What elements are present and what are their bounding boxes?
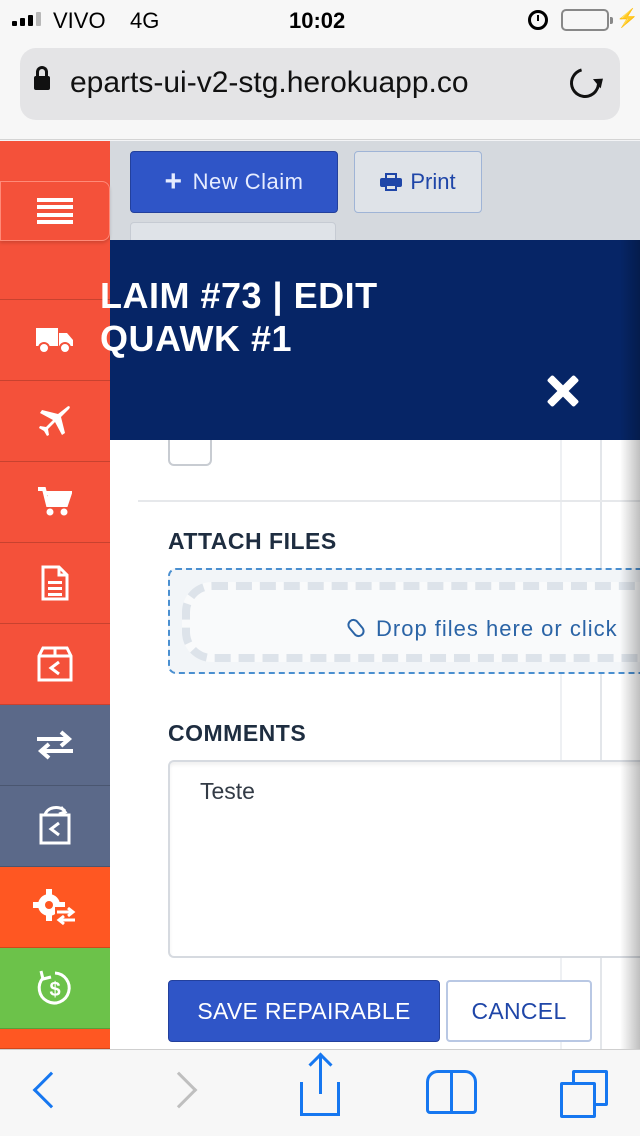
back-icon[interactable] <box>32 1071 70 1109</box>
sidebar-item-billing[interactable]: $ <box>0 948 110 1029</box>
gear-exchange-icon <box>33 889 76 926</box>
paperclip-icon <box>344 616 368 640</box>
section-divider <box>138 500 640 502</box>
url-field[interactable]: eparts-ui-v2-stg.herokuapp.co <box>20 48 620 120</box>
menu-button[interactable] <box>0 181 110 241</box>
share-icon[interactable] <box>300 1054 340 1116</box>
modal-header: LAIM #73 | EDIT QUAWK #1 <box>100 240 640 440</box>
print-label: Print <box>410 169 456 194</box>
dollar-cycle-icon: $ <box>37 970 71 1005</box>
plus-icon: + <box>164 165 183 198</box>
new-claim-label: New Claim <box>192 169 304 194</box>
save-repairable-button[interactable]: SAVE REPAIRABLE <box>168 980 440 1042</box>
reload-icon[interactable] <box>564 62 606 104</box>
cart-icon <box>38 487 72 516</box>
sidebar-item-aircraft[interactable] <box>0 381 110 462</box>
status-bar: VIVO 4G 10:02 ⚡ <box>0 0 640 40</box>
sidebar-item-exchange[interactable] <box>0 705 110 786</box>
modal-title-line1: LAIM #73 | EDIT <box>100 275 378 316</box>
attach-files-label: ATTACH FILES <box>168 528 337 554</box>
carrier-name: VIVO <box>53 8 106 33</box>
airplane-icon <box>39 406 70 436</box>
sidebar: $ <box>0 141 110 1049</box>
network-type: 4G <box>130 8 160 33</box>
dropzone-inner: Drop files here or click <box>182 582 640 662</box>
alarm-icon <box>528 10 548 30</box>
new-claim-button[interactable]: + New Claim <box>130 151 338 213</box>
battery-icon <box>561 9 613 31</box>
checkbox[interactable] <box>168 440 212 466</box>
url-text[interactable]: eparts-ui-v2-stg.herokuapp.co <box>70 66 550 100</box>
dropzone-text: Drop files here or click <box>344 616 618 642</box>
forward-icon[interactable] <box>160 1071 198 1109</box>
file-dropzone[interactable]: Drop files here or click <box>168 568 640 674</box>
sidebar-item-return-docs[interactable] <box>0 786 110 867</box>
cancel-button[interactable]: CANCEL <box>446 980 592 1042</box>
printer-icon <box>380 173 403 191</box>
exchange-icon <box>37 730 73 760</box>
return-doc-icon <box>39 806 71 845</box>
sidebar-item-returns[interactable] <box>0 624 110 705</box>
status-time: 10:02 <box>289 8 346 33</box>
hamburger-icon <box>37 198 73 224</box>
tabs-icon[interactable] <box>560 1070 608 1118</box>
truck-icon <box>36 328 73 354</box>
modal-body: ATTACH FILES Drop files here or click CO… <box>110 440 640 1049</box>
sidebar-item-documents[interactable] <box>0 543 110 624</box>
browser-toolbar <box>0 1049 640 1136</box>
svg-text:$: $ <box>49 979 60 1001</box>
bookmarks-icon[interactable] <box>426 1070 478 1114</box>
signal-icon <box>12 12 41 26</box>
print-button[interactable]: Print <box>354 151 482 213</box>
sidebar-item-partial <box>0 1029 110 1049</box>
lock-icon <box>34 66 50 92</box>
comments-label: COMMENTS <box>168 720 307 746</box>
sidebar-item-settings[interactable] <box>0 867 110 948</box>
charging-icon: ⚡ <box>616 8 639 28</box>
sidebar-item-cart[interactable] <box>0 462 110 543</box>
browser-address-bar: eparts-ui-v2-stg.herokuapp.co <box>0 40 640 140</box>
comments-textarea[interactable]: Teste <box>168 760 640 958</box>
modal-title: LAIM #73 | EDIT QUAWK #1 <box>100 274 630 360</box>
sidebar-item-shipping[interactable] <box>0 300 110 381</box>
comments-value: Teste <box>200 778 255 804</box>
return-box-icon <box>37 646 73 682</box>
dropzone-label: Drop files here or click <box>376 616 618 641</box>
modal-title-line2: QUAWK #1 <box>100 318 293 359</box>
close-icon[interactable] <box>546 374 580 408</box>
document-icon <box>41 565 69 601</box>
